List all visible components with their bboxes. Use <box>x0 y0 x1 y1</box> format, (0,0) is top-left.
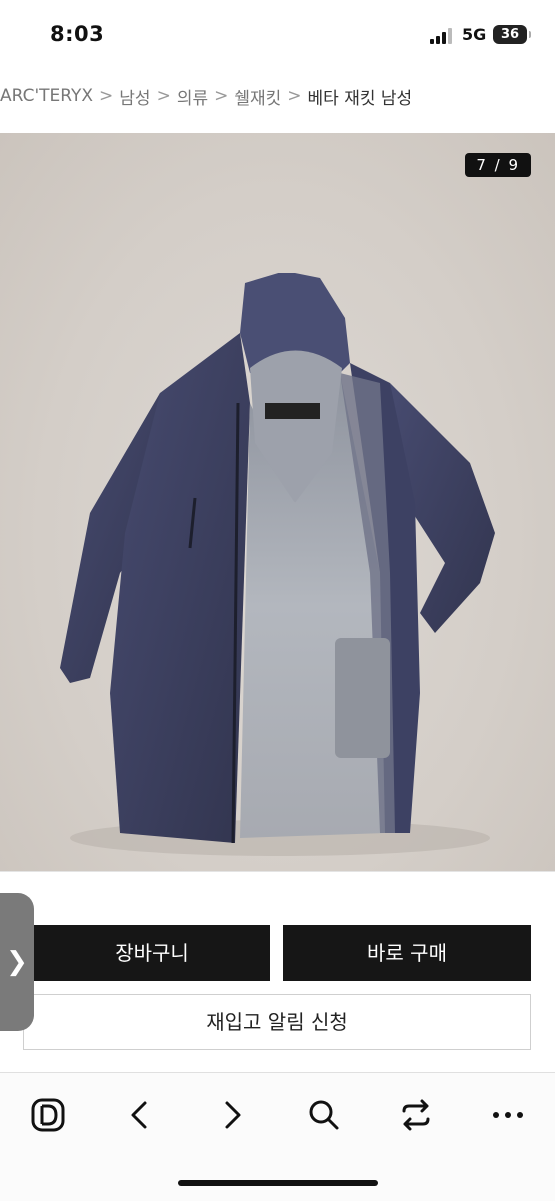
more-icon[interactable] <box>490 1097 526 1133</box>
purchase-panel: 장바구니 바로 구매 재입고 알림 신청 <box>0 871 555 1072</box>
product-image-gallery[interactable]: 7 / 9 <box>0 133 555 871</box>
add-to-cart-button[interactable]: 장바구니 <box>34 925 270 981</box>
breadcrumb-brand[interactable]: ARC'TERYX <box>0 86 93 106</box>
forward-arrow-icon[interactable] <box>214 1097 250 1133</box>
signal-strength-icon <box>430 28 456 44</box>
chevron-right-icon[interactable]: ❯ <box>0 893 34 1031</box>
breadcrumb-separator-icon: > <box>99 86 114 106</box>
image-counter: 7 / 9 <box>465 153 531 177</box>
breadcrumb: ARC'TERYX > 남성 > 의류 > 쉘재킷 > 베타 재킷 남성 <box>0 82 412 110</box>
home-indicator <box>178 1180 378 1186</box>
app-logo-icon[interactable] <box>30 1097 66 1133</box>
breadcrumb-current: 베타 재킷 남성 <box>307 88 413 109</box>
back-arrow-icon[interactable] <box>122 1097 158 1133</box>
network-type: 5G <box>462 25 487 44</box>
breadcrumb-clothing[interactable]: 의류 <box>177 84 208 109</box>
status-bar: 8:03 5G 36 <box>0 0 555 70</box>
breadcrumb-separator-icon: > <box>287 86 302 106</box>
breadcrumb-shell-jacket[interactable]: 쉘재킷 <box>234 84 281 109</box>
search-icon[interactable] <box>306 1097 342 1133</box>
battery-icon: 36 <box>493 25 531 44</box>
status-time: 8:03 <box>50 22 105 46</box>
breadcrumb-men[interactable]: 남성 <box>119 84 150 109</box>
jacket-product-image <box>60 273 495 856</box>
breadcrumb-separator-icon: > <box>214 86 229 106</box>
restock-alert-button[interactable]: 재입고 알림 신청 <box>23 994 531 1050</box>
buy-now-button[interactable]: 바로 구매 <box>283 925 531 981</box>
share-icon[interactable] <box>398 1097 434 1133</box>
breadcrumb-separator-icon: > <box>156 86 171 106</box>
